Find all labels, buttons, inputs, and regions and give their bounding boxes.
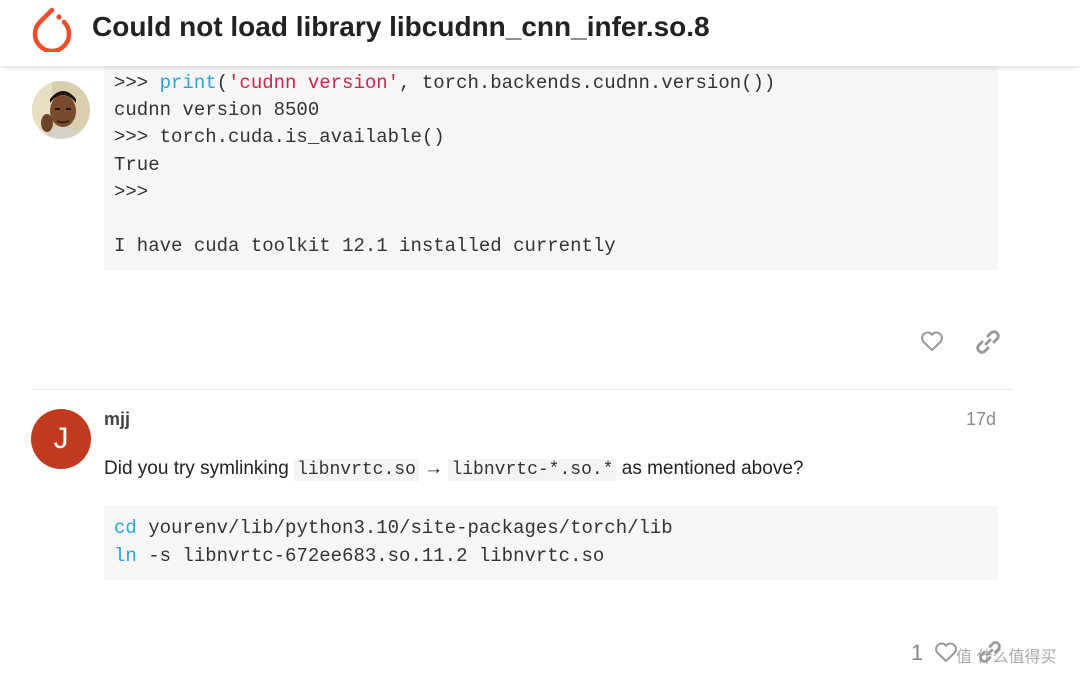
- avatar[interactable]: J: [31, 409, 91, 469]
- post-date[interactable]: 17d: [966, 409, 996, 430]
- like-count: 1: [911, 640, 924, 665]
- code-block: cd yourenv/lib/python3.10/site-packages/…: [104, 506, 998, 580]
- username[interactable]: mjj: [104, 409, 130, 430]
- watermark: 值 什么值得买: [956, 649, 1057, 666]
- inline-code: libnvrtc.so: [294, 459, 419, 481]
- code-block: >>> print('cudnn version', torch.backend…: [104, 66, 998, 270]
- topic-header: Could not load library libcudnn_cnn_infe…: [0, 0, 1080, 66]
- inline-code: libnvrtc-*.so.*: [448, 459, 617, 481]
- heart-icon[interactable]: [934, 641, 958, 663]
- code-line: >>> torch.cuda.is_available(): [114, 126, 445, 149]
- code-line: cudnn version 8500: [114, 99, 320, 122]
- avatar[interactable]: [32, 81, 90, 139]
- code-line: cd yourenv/lib/python3.10/site-packages/…: [114, 517, 673, 539]
- post-divider: [32, 389, 1013, 390]
- topic-title[interactable]: Could not load library libcudnn_cnn_infe…: [92, 11, 710, 43]
- code-line: >>>: [114, 180, 149, 203]
- code-line: ln -s libnvrtc-672ee683.so.11.2 libnvrtc…: [114, 545, 605, 567]
- user-photo-avatar-icon: [32, 81, 90, 139]
- heart-icon[interactable]: [920, 330, 944, 352]
- code-line: I have cuda toolkit 12.1 installed curre…: [114, 235, 616, 258]
- post-body-text: Did you try symlinking libnvrtc.so → lib…: [104, 458, 804, 481]
- code-line: >>> print('cudnn version', torch.backend…: [114, 72, 776, 94]
- pytorch-logo-icon[interactable]: [30, 4, 74, 52]
- link-icon[interactable]: [975, 329, 1001, 355]
- code-line: True: [114, 153, 160, 176]
